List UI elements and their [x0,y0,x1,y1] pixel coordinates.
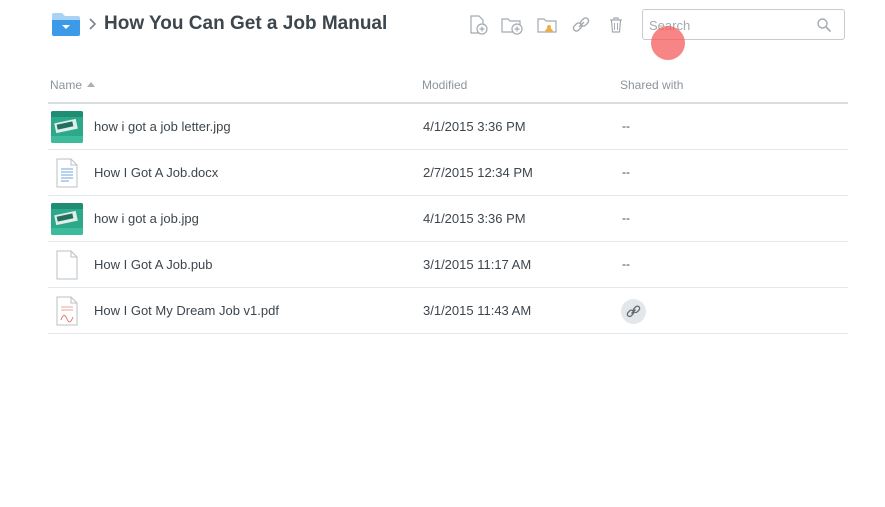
image-thumbnail-icon [51,203,83,235]
file-shared: -- [622,257,630,271]
file-shared: -- [622,165,630,179]
file-row[interactable]: how i got a job.jpg 4/1/2015 3:36 PM -- [48,196,848,242]
file-name[interactable]: how i got a job letter.jpg [94,119,231,134]
page-title: How You Can Get a Job Manual [104,13,388,34]
file-name[interactable]: how i got a job.jpg [94,211,199,226]
file-row[interactable]: How I Got A Job.docx 2/7/2015 12:34 PM -… [48,150,848,196]
shared-column-header[interactable]: Shared with [620,78,683,92]
sort-ascending-icon [87,82,96,87]
shared-folder-icon[interactable] [537,15,557,35]
file-name[interactable]: How I Got My Dream Job v1.pdf [94,303,279,318]
link-icon[interactable] [571,15,591,35]
image-thumbnail-icon [51,111,83,143]
search-box[interactable] [642,9,845,40]
name-column-label: Name [50,78,83,92]
file-name[interactable]: How I Got A Job.pub [94,257,213,272]
file-row[interactable]: how i got a job letter.jpg 4/1/2015 3:36… [48,104,848,150]
modified-column-header[interactable]: Modified [422,78,467,92]
file-shared: -- [622,211,630,225]
name-column-header[interactable]: Name [50,78,96,92]
new-file-icon[interactable] [468,15,488,35]
document-icon [51,157,83,189]
search-icon[interactable] [816,17,832,33]
file-row[interactable]: How I Got A Job.pub 3/1/2015 11:17 AM -- [48,242,848,288]
trash-icon[interactable] [606,15,626,35]
column-headers: Name Modified Shared with [48,70,848,104]
new-folder-icon[interactable] [501,15,523,35]
file-modified: 3/1/2015 11:17 AM [423,257,532,272]
file-modified: 4/1/2015 3:36 PM [423,119,526,134]
file-row[interactable]: How I Got My Dream Job v1.pdf 3/1/2015 1… [48,288,848,334]
folder-icon[interactable] [51,11,81,37]
file-name[interactable]: How I Got A Job.docx [94,165,218,180]
shared-link-icon[interactable] [621,299,646,324]
file-list: how i got a job letter.jpg 4/1/2015 3:36… [48,104,848,334]
header-bar: How You Can Get a Job Manual [0,0,885,50]
file-modified: 2/7/2015 12:34 PM [423,165,533,180]
file-shared: -- [622,119,630,133]
search-input[interactable] [649,16,809,34]
file-modified: 3/1/2015 11:43 AM [423,303,532,318]
breadcrumb-chevron-icon [88,17,98,31]
blank-file-icon [51,249,83,281]
file-modified: 4/1/2015 3:36 PM [423,211,526,226]
pdf-icon [51,295,83,327]
